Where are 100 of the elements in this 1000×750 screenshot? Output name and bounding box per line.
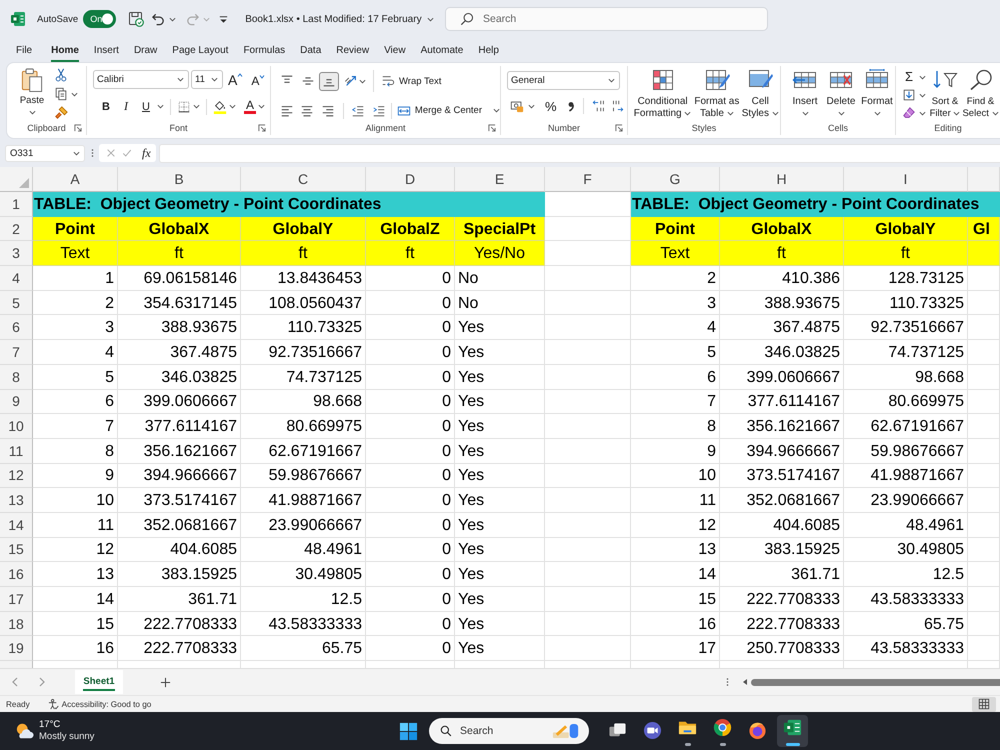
row-header[interactable]: 18 (0, 612, 33, 636)
row-header[interactable]: 13 (0, 488, 33, 513)
dialog-launcher-icon[interactable] (74, 124, 82, 132)
styles-button[interactable]: Conditional Formatting (632, 68, 694, 121)
number-format-dropdown[interactable]: General (507, 71, 620, 90)
fill-down-icon[interactable] (902, 88, 916, 102)
row-header[interactable]: 1 (0, 192, 33, 217)
row-header[interactable]: 15 (0, 538, 33, 562)
four-panes-icon[interactable] (399, 722, 418, 740)
scroll-left-icon[interactable] (742, 678, 748, 686)
shrink-font-button[interactable]: A (251, 72, 266, 86)
copy-icon[interactable] (54, 87, 68, 101)
row-header[interactable]: 3 (0, 241, 33, 266)
styles-button[interactable]: Format as Table (693, 68, 741, 121)
chevron-left-icon[interactable] (12, 677, 18, 687)
row-header[interactable]: 17 (0, 587, 33, 612)
autosave-toggle[interactable]: On (83, 10, 116, 28)
borders-icon[interactable] (177, 100, 191, 114)
more-icon[interactable] (91, 148, 94, 158)
styles-button[interactable]: Cell Styles (740, 68, 780, 121)
dialog-launcher-icon[interactable] (615, 124, 623, 132)
menu-tab[interactable]: Formulas (243, 42, 286, 62)
chevron-down-icon[interactable] (528, 104, 535, 108)
paint-bucket-icon[interactable] (213, 100, 227, 114)
column-header[interactable]: C (241, 167, 366, 192)
taskbar-search-field[interactable]: Search (429, 718, 589, 744)
row-header[interactable]: 5 (0, 290, 33, 316)
merge-center-button[interactable]: Merge & Center (396, 104, 482, 118)
insert-function-button[interactable]: fx (142, 146, 151, 160)
font-size-dropdown[interactable]: 11 (191, 70, 223, 89)
column-header[interactable]: E (455, 167, 545, 192)
chevron-down-icon[interactable] (71, 92, 78, 96)
menu-tab[interactable]: File (16, 42, 32, 62)
row-header[interactable]: 12 (0, 464, 33, 488)
dialog-launcher-icon[interactable] (488, 124, 496, 132)
chevron-down-icon[interactable] (258, 104, 265, 109)
menu-tab[interactable]: Help (478, 42, 499, 62)
menu-tab[interactable]: Page Layout (172, 42, 228, 62)
plus-icon[interactable] (160, 676, 171, 688)
menu-tab[interactable]: Automate (420, 42, 464, 62)
column-header[interactable]: I (844, 167, 968, 192)
formula-field[interactable] (159, 144, 1000, 162)
column-header[interactable]: F (545, 167, 631, 192)
chevron-right-icon[interactable] (39, 677, 45, 687)
paintbrush-icon[interactable] (54, 106, 68, 120)
search-field[interactable]: Search (445, 7, 768, 31)
check-icon[interactable] (122, 148, 132, 158)
increase-decimal-icon[interactable] (592, 99, 606, 113)
underline-button[interactable]: U (137, 98, 155, 115)
scissors-icon[interactable] (54, 68, 68, 82)
chevron-down-icon[interactable] (157, 104, 164, 109)
row-header[interactable]: 6 (0, 315, 33, 340)
chevron-down-icon[interactable] (919, 92, 926, 98)
cells-button[interactable]: Format (860, 68, 894, 121)
text-angle-icon[interactable] (344, 74, 358, 88)
menu-tab[interactable]: View (384, 42, 406, 62)
row-header[interactable]: 14 (0, 512, 33, 538)
row-header[interactable]: 9 (0, 390, 33, 414)
menu-tab[interactable]: Draw (134, 42, 158, 62)
chevron-down-icon[interactable] (169, 16, 176, 22)
weather-temperature[interactable]: 17°C (39, 719, 94, 731)
column-header[interactable]: G (631, 167, 720, 192)
percent-button[interactable]: % (545, 100, 557, 112)
grow-font-button[interactable]: A (228, 72, 244, 86)
font-name-dropdown[interactable]: Calibri (93, 70, 189, 89)
row-header[interactable]: 2 (0, 216, 33, 242)
accessibility-icon[interactable] (48, 698, 59, 710)
chevron-down-icon[interactable] (193, 104, 200, 109)
row-header[interactable]: 19 (0, 636, 33, 662)
editing-button[interactable]: Find & Select (962, 68, 999, 121)
dialog-launcher-icon[interactable] (258, 124, 266, 132)
row-header[interactable]: 7 (0, 340, 33, 365)
row-header[interactable]: 4 (0, 266, 33, 291)
chevron-down-icon[interactable] (492, 108, 500, 113)
row-header[interactable]: 8 (0, 364, 33, 390)
weather-condition[interactable]: Mostly sunny (39, 731, 94, 743)
chevron-down-icon[interactable] (919, 74, 926, 80)
sheet-tab[interactable]: Sheet1 (75, 670, 123, 694)
accessibility-status[interactable]: Accessibility: Good to go (62, 700, 152, 708)
chevron-down-icon[interactable] (229, 104, 236, 109)
comma-style-icon[interactable] (566, 100, 575, 112)
save-icon[interactable] (128, 11, 144, 27)
increase-indent-icon[interactable] (372, 104, 386, 118)
menu-tab[interactable]: Data (300, 42, 322, 62)
align-button[interactable] (319, 72, 339, 90)
taskbar-app-button[interactable] (777, 715, 808, 747)
column-header[interactable]: D (366, 167, 455, 192)
customize-toolbar-icon[interactable] (218, 14, 230, 24)
menu-tab[interactable]: Insert (94, 42, 119, 62)
column-header[interactable]: B (118, 167, 241, 192)
italic-button[interactable]: I (117, 98, 135, 115)
menu-tab[interactable]: Review (336, 42, 370, 62)
eraser-icon[interactable] (902, 106, 916, 120)
name-box[interactable]: O331 (5, 144, 85, 162)
chevron-down-icon[interactable] (359, 78, 366, 84)
paste-button[interactable]: Paste (13, 66, 51, 121)
undo-icon[interactable] (151, 12, 166, 26)
font-color-button[interactable]: A (244, 99, 256, 114)
bold-button[interactable]: B (97, 98, 115, 115)
sun-cloud-icon[interactable] (15, 722, 35, 740)
